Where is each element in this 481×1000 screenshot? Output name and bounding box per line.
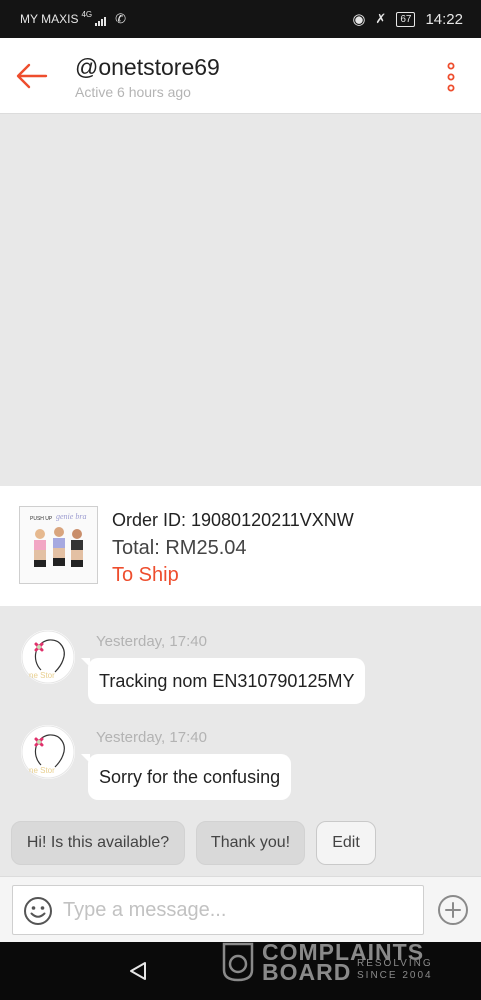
mute-bell-icon: ✗ (375, 11, 387, 26)
nav-back-icon[interactable] (127, 960, 149, 982)
message-bubble[interactable]: Sorry for the confusing (80, 754, 292, 800)
thumb-label: PUSH UP (30, 516, 53, 522)
order-total: Total: RM25.04 (112, 537, 247, 559)
order-card[interactable]: PUSH UP genie bra Order ID: 19080120211V… (0, 486, 481, 606)
more-options-icon[interactable] (445, 62, 457, 92)
battery-icon: 67 (396, 11, 416, 27)
whatsapp-icon: ✆ (115, 11, 127, 26)
thumb-brand: genie bra (56, 512, 86, 521)
chat-header: @onetstore69 Active 6 hours ago (0, 38, 481, 114)
quick-reply-edit[interactable]: Edit (316, 821, 376, 865)
network-type: 4G (81, 9, 93, 19)
chat-title: @onetstore69 (75, 54, 220, 80)
back-arrow-icon[interactable] (14, 58, 50, 94)
message-placeholder: Type a message... (63, 899, 227, 921)
carrier-name: MY MAXIS (20, 12, 79, 26)
message-input[interactable]: Type a message... (12, 885, 424, 935)
svg-text:ne Stor: ne Stor (29, 671, 55, 680)
watermark-text: SINCE 2004 (357, 970, 433, 981)
emoji-icon[interactable] (23, 896, 53, 926)
order-status: To Ship (112, 564, 179, 586)
message-bubble[interactable]: Tracking nom EN310790125MY (80, 658, 366, 704)
signal-icon (95, 12, 107, 26)
status-bar: MY MAXIS 4G ✆ ◉ ✗ 67 14:22 (0, 0, 481, 38)
eye-icon: ◉ (352, 11, 366, 28)
watermark-text: BOARD (262, 959, 352, 985)
message-timestamp: Yesterday, 17:40 (96, 729, 207, 746)
seller-avatar[interactable]: ne Stor (21, 630, 75, 684)
seller-avatar[interactable]: ne Stor (21, 725, 75, 779)
svg-text:ne Stor: ne Stor (29, 766, 55, 775)
clock: 14:22 (425, 10, 463, 28)
system-nav-bar: COMPLAINTS BOARD RESOLVING SINCE 2004 (0, 939, 481, 1000)
product-thumbnail: PUSH UP genie bra (19, 506, 98, 584)
quick-reply-available[interactable]: Hi! Is this available? (11, 821, 185, 865)
watermark-text: RESOLVING (357, 958, 433, 969)
order-id: Order ID: 19080120211VXNW (112, 510, 354, 530)
message-timestamp: Yesterday, 17:40 (96, 633, 207, 650)
message-composer: Type a message... (0, 876, 481, 942)
quick-reply-thank-you[interactable]: Thank you! (196, 821, 305, 865)
active-status: Active 6 hours ago (75, 84, 191, 100)
add-attachment-icon[interactable] (437, 894, 469, 926)
watermark-logo-icon (222, 942, 254, 982)
